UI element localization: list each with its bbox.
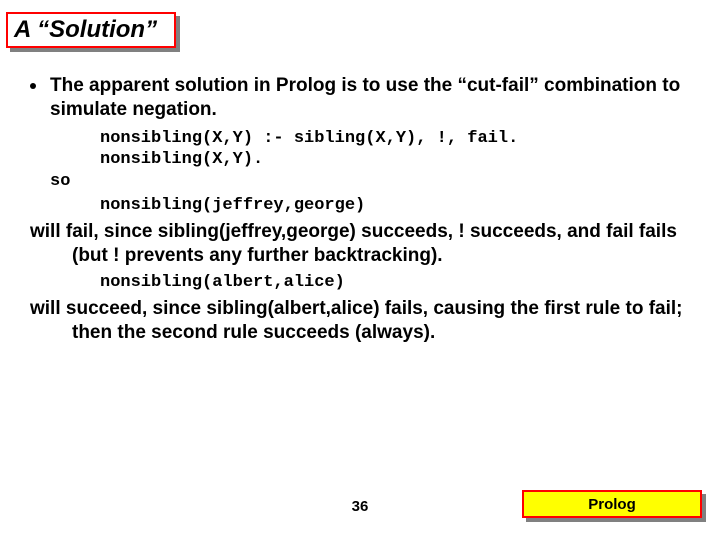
bullet-item: The apparent solution in Prolog is to us… (30, 74, 700, 122)
code-block-1: nonsibling(X,Y) :- sibling(X,Y), !, fail… (100, 128, 700, 171)
slide-title: A “Solution” (14, 16, 157, 44)
bullet-dot-icon (30, 83, 36, 89)
code-block-3: nonsibling(albert,alice) (100, 272, 700, 293)
footer-front: Prolog (522, 490, 702, 518)
bullet-text: The apparent solution in Prolog is to us… (50, 74, 700, 122)
paragraph-2: will succeed, since sibling(albert,alice… (30, 297, 700, 345)
footer-badge: Prolog (522, 490, 702, 518)
slide-content: The apparent solution in Prolog is to us… (30, 74, 700, 349)
slide-footer: 36 Prolog (0, 492, 720, 524)
code-block-2: nonsibling(jeffrey,george) (100, 195, 700, 216)
paragraph-1: will fail, since sibling(jeffrey,george)… (30, 220, 700, 268)
so-label: so (50, 172, 700, 191)
footer-label: Prolog (588, 496, 636, 513)
title-front: A “Solution” (6, 12, 176, 48)
slide-title-box: A “Solution” (6, 12, 176, 48)
